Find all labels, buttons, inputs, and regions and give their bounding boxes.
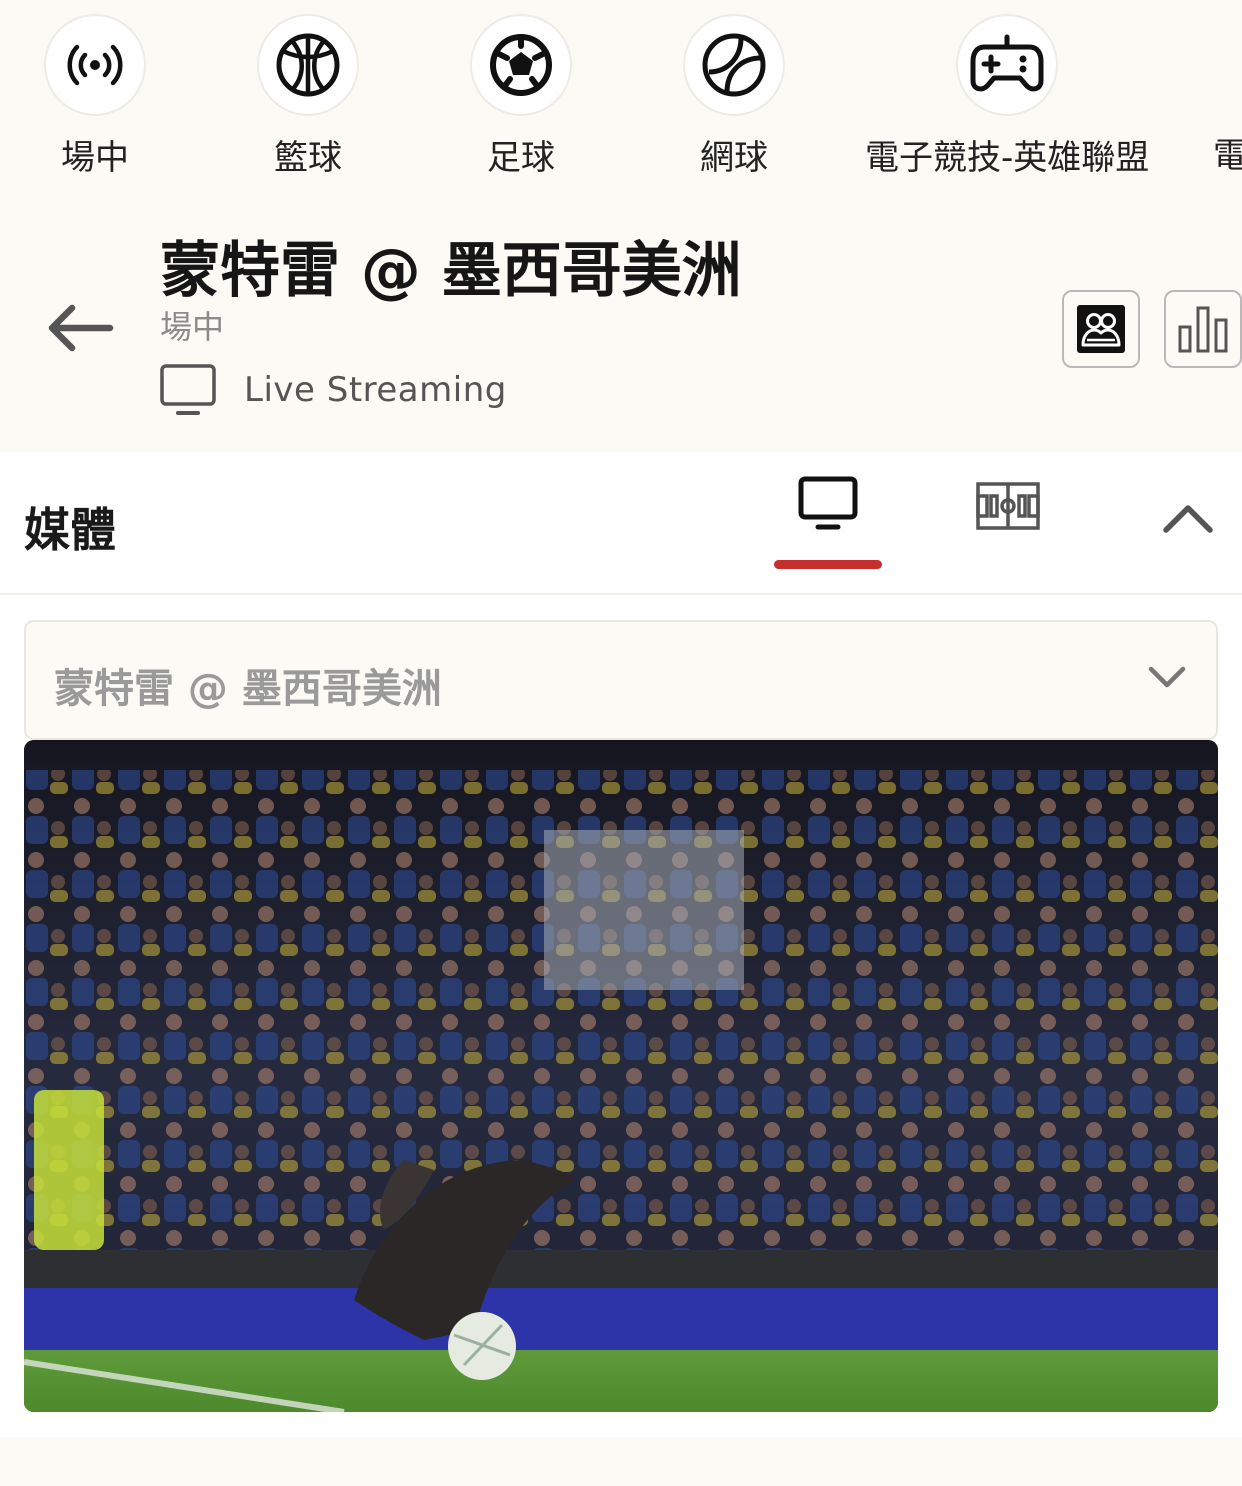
back-arrow-icon[interactable] xyxy=(46,300,116,356)
sport-item-basketball[interactable]: 籃球 xyxy=(257,14,359,179)
active-tab-indicator xyxy=(774,560,882,569)
sport-label: 籃球 xyxy=(274,138,342,178)
tv-icon xyxy=(798,476,858,530)
sport-label: 電子競技-英雄聯盟 xyxy=(865,138,1150,178)
tennis-ball-icon xyxy=(702,33,766,97)
sport-item-live[interactable]: 場中 xyxy=(44,14,146,179)
sport-icon-circle xyxy=(44,14,146,116)
collapse-chevron-up-icon[interactable] xyxy=(1158,496,1218,540)
video-frame-image xyxy=(24,740,1218,1412)
divider xyxy=(0,593,1242,595)
sports-nav: 場中 籃球 足球 網球 電子競技-英雄聯盟 電 xyxy=(0,0,1242,200)
streaming-label: Live Streaming xyxy=(244,370,507,410)
media-panel: 媒體 蒙特雷 @ 墨西哥美洲 xyxy=(0,452,1242,1437)
match-dropdown[interactable]: 蒙特雷 @ 墨西哥美洲 xyxy=(24,620,1218,740)
lineup-button[interactable] xyxy=(1062,290,1140,368)
sport-item-more[interactable]: 電 xyxy=(1213,128,1242,177)
media-header: 媒體 xyxy=(0,452,1242,594)
soccer-pitch-icon xyxy=(976,482,1040,530)
live-streaming-indicator[interactable]: Live Streaming xyxy=(160,364,507,416)
tv-icon xyxy=(160,364,216,415)
lineup-icon xyxy=(1077,305,1125,353)
sport-label: 電 xyxy=(1213,136,1242,176)
gamepad-icon xyxy=(970,34,1044,92)
match-status: 場中 xyxy=(160,308,225,346)
sport-item-soccer[interactable]: 足球 xyxy=(470,14,572,179)
sport-icon-circle xyxy=(683,14,785,116)
sport-icon-circle xyxy=(956,14,1059,116)
match-dropdown-value: 蒙特雷 @ 墨西哥美洲 xyxy=(54,666,442,712)
video-player[interactable] xyxy=(24,740,1218,1412)
stats-button[interactable] xyxy=(1164,290,1242,368)
sport-item-tennis[interactable]: 網球 xyxy=(683,14,785,179)
tab-pitch-tracker[interactable] xyxy=(976,482,1040,534)
soccer-ball-icon xyxy=(490,34,552,96)
media-title: 媒體 xyxy=(24,503,116,557)
sport-label: 場中 xyxy=(61,138,129,178)
sport-label: 網球 xyxy=(700,138,768,178)
sport-icon-circle xyxy=(470,14,572,116)
bar-chart-icon xyxy=(1178,306,1228,353)
live-broadcast-icon xyxy=(67,44,123,86)
basketball-icon xyxy=(276,33,340,97)
sport-item-esports-lol[interactable]: 電子競技-英雄聯盟 xyxy=(865,14,1149,179)
chevron-down-icon xyxy=(1148,666,1186,688)
match-title: 蒙特雷 @ 墨西哥美洲 xyxy=(160,236,742,306)
tab-video[interactable] xyxy=(774,476,882,568)
sport-icon-circle xyxy=(257,14,359,116)
sport-label: 足球 xyxy=(487,138,555,178)
